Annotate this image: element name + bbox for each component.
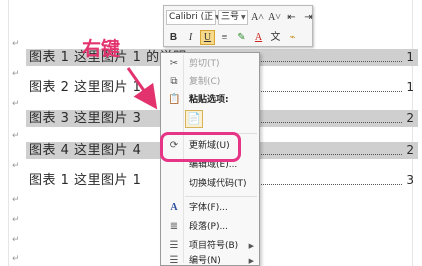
paste-keep-text-icon[interactable]: 📄 bbox=[185, 110, 203, 128]
toc-page-number: 1 bbox=[406, 80, 414, 94]
toc-entry-text: 图表 3 这里图片 3 bbox=[29, 111, 142, 126]
phonetic-guide-icon[interactable]: 文 bbox=[268, 30, 283, 45]
menu-item-label: 剪切(T) bbox=[189, 59, 220, 69]
menu-item-label: 粘贴选项: bbox=[189, 95, 229, 105]
font-size-select[interactable]: 三号 ▼ bbox=[218, 9, 248, 25]
toc-entry-text: 图表 1 这里图片 1 bbox=[29, 173, 142, 188]
font-name-value: Calibri (正 bbox=[169, 11, 214, 22]
menu-item-label: 编号(N) bbox=[189, 256, 221, 266]
center-align-icon[interactable]: ≡ bbox=[217, 30, 232, 45]
paragraph-mark: ↵ bbox=[12, 39, 20, 49]
highlight-color-icon[interactable]: ✎ bbox=[234, 30, 249, 45]
scissors-icon: ✂ bbox=[169, 58, 179, 69]
toc-page-number: 2 bbox=[406, 143, 414, 157]
menu-item-toggle-field-codes[interactable]: 切换域代码(T) bbox=[163, 176, 258, 192]
menu-item-label: 复制(C) bbox=[189, 77, 221, 87]
decrease-indent-icon[interactable]: ⇤ bbox=[284, 10, 299, 25]
paragraph-mark: ↵ bbox=[12, 99, 20, 109]
font-name-select[interactable]: Calibri (正 ▼ bbox=[166, 9, 220, 25]
menu-item-copy[interactable]: ⧉ 复制(C) bbox=[163, 74, 258, 90]
paragraph-mark: ↵ bbox=[12, 161, 20, 171]
paragraph-mark: ↵ bbox=[12, 254, 20, 264]
copy-icon: ⧉ bbox=[170, 76, 178, 87]
menu-item-label: 字体(F)... bbox=[189, 203, 228, 213]
menu-separator bbox=[185, 196, 257, 197]
italic-button[interactable]: I bbox=[183, 30, 198, 45]
annotation-right-click-label: 右键 bbox=[82, 38, 121, 60]
paragraph-mark: ↵ bbox=[12, 215, 20, 225]
menu-item-label: 段落(P)... bbox=[189, 222, 229, 232]
toc-entry-text: 图表 2 这里图片 1 bbox=[29, 80, 142, 95]
paragraph-mark: ↵ bbox=[12, 235, 20, 245]
format-painter-icon[interactable]: ⌁ bbox=[285, 30, 300, 45]
toc-page-number: 2 bbox=[406, 111, 414, 125]
toc-entry-text: 图表 4 这里图片 4 bbox=[29, 143, 142, 158]
paragraph-mark: ↵ bbox=[12, 131, 20, 141]
increase-indent-icon[interactable]: ⇥ bbox=[301, 10, 316, 25]
menu-item-bullets[interactable]: ☰ 项目符号(B) ▶ bbox=[163, 238, 258, 254]
menu-item-label: 项目符号(B) bbox=[189, 241, 239, 251]
numbering-icon: ☰ bbox=[169, 255, 179, 266]
paste-icon: 📋 bbox=[168, 94, 181, 105]
paragraph-mark: ↵ bbox=[12, 69, 20, 79]
toc-page-number: 3 bbox=[406, 173, 414, 187]
bullets-icon: ☰ bbox=[169, 240, 179, 251]
font-icon: A bbox=[170, 202, 178, 213]
toc-page-number: 1 bbox=[406, 50, 414, 64]
mini-toolbar: Calibri (正 ▼ 三号 ▼ A˄ A˅ ⇤ ⇥ B I U ≡ ✎ A … bbox=[163, 5, 313, 47]
paragraph-icon: ≣ bbox=[169, 221, 179, 232]
menu-item-paste-options: 📋 粘贴选项: bbox=[163, 92, 258, 108]
menu-item-paragraph[interactable]: ≣ 段落(P)... bbox=[163, 219, 258, 235]
submenu-arrow-icon: ▶ bbox=[248, 257, 254, 265]
chevron-down-icon: ▼ bbox=[241, 13, 246, 21]
submenu-arrow-icon: ▶ bbox=[248, 242, 254, 250]
grow-font-button[interactable]: A˄ bbox=[250, 10, 265, 25]
font-size-value: 三号 bbox=[221, 11, 240, 22]
underline-button[interactable]: U bbox=[200, 29, 215, 45]
bold-button[interactable]: B bbox=[166, 30, 181, 45]
menu-item-font[interactable]: A 字体(F)... bbox=[163, 200, 258, 216]
menu-item-cut[interactable]: ✂ 剪切(T) bbox=[163, 56, 258, 72]
menu-item-label: 切换域代码(T) bbox=[189, 179, 247, 189]
menu-item-numbering[interactable]: ☰ 编号(N) ▶ bbox=[163, 253, 258, 266]
paragraph-mark: ↵ bbox=[12, 195, 20, 205]
annotation-highlight-box bbox=[160, 132, 241, 162]
shrink-font-button[interactable]: A˅ bbox=[267, 10, 282, 25]
font-color-button[interactable]: A bbox=[251, 30, 266, 45]
